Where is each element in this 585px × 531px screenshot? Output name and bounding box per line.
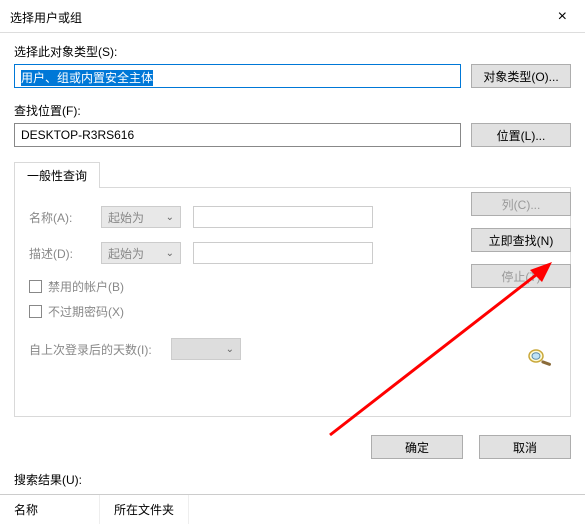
name-label: 名称(A): xyxy=(29,209,89,226)
footer-buttons: 确定 取消 xyxy=(0,427,585,467)
location-label: 查找位置(F): xyxy=(14,102,571,119)
results-label: 搜索结果(U): xyxy=(0,467,585,494)
dialog-title: 选择用户或组 xyxy=(10,9,82,26)
desc-match-combo[interactable]: 起始为 ⌄ xyxy=(101,242,181,264)
checkbox-icon xyxy=(29,305,42,318)
days-combo[interactable]: ⌄ xyxy=(171,338,241,360)
location-field[interactable]: DESKTOP-R3RS616 xyxy=(14,123,461,147)
search-icon xyxy=(525,347,555,369)
chevron-down-icon: ⌄ xyxy=(226,344,234,355)
column-name[interactable]: 名称 xyxy=(0,495,100,524)
column-folder[interactable]: 所在文件夹 xyxy=(100,495,189,524)
ok-button[interactable]: 确定 xyxy=(371,435,463,459)
desc-label: 描述(D): xyxy=(29,245,89,262)
object-type-field[interactable]: 用户、组或内置安全主体 xyxy=(14,64,461,88)
no-expire-checkbox[interactable]: 不过期密码(X) xyxy=(29,303,556,320)
chevron-down-icon: ⌄ xyxy=(166,212,174,223)
chevron-down-icon: ⌄ xyxy=(166,248,174,259)
object-type-label: 选择此对象类型(S): xyxy=(14,43,571,60)
desc-input[interactable] xyxy=(193,242,373,264)
find-now-button[interactable]: 立即查找(N) xyxy=(471,228,571,252)
name-input[interactable] xyxy=(193,206,373,228)
close-icon[interactable]: × xyxy=(550,8,575,26)
titlebar: 选择用户或组 × xyxy=(0,0,585,32)
side-buttons: 列(C)... 立即查找(N) 停止(T) xyxy=(471,192,571,288)
results-table: 名称 所在文件夹 xyxy=(0,494,585,524)
locations-button[interactable]: 位置(L)... xyxy=(471,123,571,147)
name-match-combo[interactable]: 起始为 ⌄ xyxy=(101,206,181,228)
columns-button[interactable]: 列(C)... xyxy=(471,192,571,216)
days-since-login-label: 自上次登录后的天数(I): xyxy=(29,341,159,358)
stop-button[interactable]: 停止(T) xyxy=(471,264,571,288)
checkbox-icon xyxy=(29,280,42,293)
cancel-button[interactable]: 取消 xyxy=(479,435,571,459)
tab-general[interactable]: 一般性查询 xyxy=(14,162,100,188)
object-types-button[interactable]: 对象类型(O)... xyxy=(471,64,571,88)
